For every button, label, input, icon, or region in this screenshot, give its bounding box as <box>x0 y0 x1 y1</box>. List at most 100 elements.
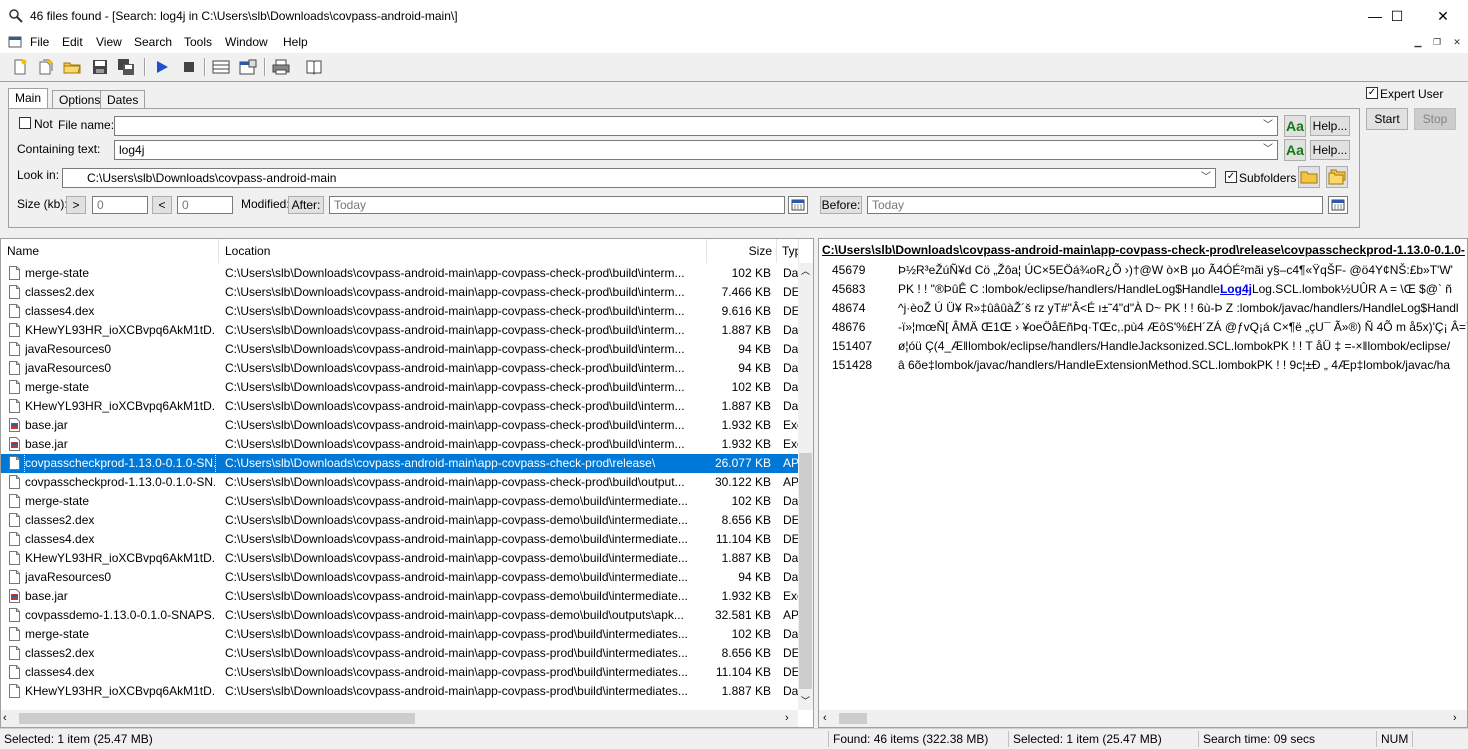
table-row[interactable]: KHewYL93HR_ioXCBvpq6AkM1tD... C:\Users\sl… <box>1 397 801 416</box>
filename-help-button[interactable]: Help... <box>1310 116 1350 136</box>
before-button[interactable]: Before: <box>820 196 862 214</box>
filename-input[interactable]: ﹀ <box>114 116 1278 136</box>
chevron-down-icon[interactable]: ﹀ <box>1199 169 1213 187</box>
tab-main[interactable]: Main <box>8 88 49 110</box>
mdi-restore-icon[interactable]: ❐ <box>1430 36 1444 48</box>
table-row[interactable]: classes2.dex C:\Users\slb\Downloads\covpa… <box>1 644 801 663</box>
table-row[interactable]: merge-state C:\Users\slb\Downloads\covpas… <box>1 625 801 644</box>
column-location[interactable]: Location <box>219 239 707 263</box>
expert-user-checkbox[interactable]: ✓ <box>1366 87 1378 99</box>
column-type[interactable]: Typ <box>777 239 799 263</box>
menu-tools[interactable]: Tools <box>184 35 212 49</box>
scroll-up-icon[interactable]: ︿ <box>798 263 813 279</box>
table-row[interactable]: classes2.dex C:\Users\slb\Downloads\covpa… <box>1 511 801 530</box>
close-button[interactable]: ✕ <box>1420 0 1466 32</box>
table-row[interactable]: classes2.dex C:\Users\slb\Downloads\covpa… <box>1 283 801 302</box>
table-row[interactable]: KHewYL93HR_ioXCBvpq6AkM1tD... C:\Users\sl… <box>1 549 801 568</box>
results-vertical-scrollbar[interactable]: ︿ ﹀ <box>798 263 813 710</box>
before-date-input[interactable]: Today <box>867 196 1323 214</box>
layout-icon[interactable] <box>211 57 231 77</box>
table-row[interactable]: classes4.dex C:\Users\slb\Downloads\covpa… <box>1 530 801 549</box>
system-menu-icon[interactable] <box>8 35 22 49</box>
new-search-icon[interactable] <box>10 57 30 77</box>
table-row[interactable]: covpasscheckprod-1.13.0-0.1.0-SN... C:\Us… <box>1 453 801 474</box>
size-max-input[interactable]: 0 <box>177 196 233 214</box>
preview-line[interactable]: 151407 ø¦óü Ç(4_Æ‖lombok/eclipse/handlers… <box>819 337 1467 356</box>
preview-line[interactable]: 45679 Þ½R³eŽúÑ¥d Cö „Žôa¦ ÚC×5EÖá¾oR¿Õ ›)… <box>819 261 1467 280</box>
case-sensitive-filename-button[interactable]: Aa <box>1284 115 1306 137</box>
text-help-button[interactable]: Help... <box>1310 140 1350 160</box>
size-less-button[interactable]: < <box>152 196 172 214</box>
save-all-icon[interactable] <box>116 57 136 77</box>
help-book-icon[interactable] <box>304 57 324 77</box>
open-icon[interactable] <box>62 57 82 77</box>
before-calendar-icon[interactable] <box>1328 196 1348 214</box>
save-icon[interactable] <box>90 57 110 77</box>
after-calendar-icon[interactable] <box>788 196 808 214</box>
mdi-minimize-icon[interactable]: ▁ <box>1411 36 1425 48</box>
table-row[interactable]: classes4.dex C:\Users\slb\Downloads\covpa… <box>1 302 801 321</box>
stop-icon[interactable] <box>179 57 199 77</box>
column-name[interactable]: Name <box>1 239 219 263</box>
results-horizontal-scrollbar[interactable]: ‹ › <box>1 710 798 727</box>
table-row[interactable]: classes4.dex C:\Users\slb\Downloads\covpa… <box>1 663 801 682</box>
browse-folder-icon[interactable] <box>1298 166 1320 188</box>
chevron-down-icon[interactable]: ﹀ <box>1261 141 1275 159</box>
menu-edit[interactable]: Edit <box>62 35 83 49</box>
after-date-input[interactable]: Today <box>329 196 785 214</box>
start-icon[interactable] <box>152 57 172 77</box>
new-window-icon[interactable] <box>36 57 56 77</box>
scroll-left-icon[interactable]: ‹ <box>3 710 15 727</box>
table-row[interactable]: base.jar C:\Users\slb\Downloads\covpass-a… <box>1 435 801 454</box>
scroll-right-icon[interactable]: › <box>1453 710 1465 727</box>
table-row[interactable]: covpasscheckprod-1.13.0-0.1.0-SN... C:\Us… <box>1 473 801 492</box>
properties-icon[interactable] <box>238 57 258 77</box>
size-min-input[interactable]: 0 <box>92 196 148 214</box>
results-hscroll-thumb[interactable] <box>19 713 415 724</box>
not-checkbox[interactable] <box>19 117 31 129</box>
table-row[interactable]: merge-state C:\Users\slb\Downloads\covpas… <box>1 264 801 283</box>
after-button[interactable]: After: <box>288 196 324 214</box>
start-button[interactable]: Start <box>1366 108 1408 130</box>
menu-file[interactable]: File <box>30 35 49 49</box>
preview-line[interactable]: 45683 PK ! ! "®ÞûÊ C :lombok/eclipse/hand… <box>819 280 1467 299</box>
table-row[interactable]: merge-state C:\Users\slb\Downloads\covpas… <box>1 492 801 511</box>
preview-hscroll-thumb[interactable] <box>839 713 867 724</box>
preview-line[interactable]: 48674 ^j·èoŽ Ú Ü¥ R»‡ûâûàŽ´š rz yT#"Â<É ı… <box>819 299 1467 318</box>
menu-search[interactable]: Search <box>134 35 172 49</box>
table-row[interactable]: KHewYL93HR_ioXCBvpq6AkM1tD... C:\Users\sl… <box>1 321 801 340</box>
scroll-left-icon[interactable]: ‹ <box>823 710 835 727</box>
preview-line[interactable]: 48676 -ï»¦mœÑ[ ÂMÄ Œ1Œ › ¥oeÖåEñÞq·TŒc,.p… <box>819 318 1467 337</box>
preview-match-highlight[interactable]: Log4j <box>1220 282 1252 296</box>
results-vscroll-thumb[interactable] <box>799 453 812 689</box>
subfolders-checkbox[interactable]: ✓ <box>1225 171 1237 183</box>
menu-window[interactable]: Window <box>225 35 268 49</box>
table-row[interactable]: javaResources0 C:\Users\slb\Downloads\cov… <box>1 359 801 378</box>
table-row[interactable]: merge-state C:\Users\slb\Downloads\covpas… <box>1 378 801 397</box>
size-greater-button[interactable]: > <box>66 196 86 214</box>
table-row[interactable]: javaResources0 C:\Users\slb\Downloads\cov… <box>1 340 801 359</box>
menu-help[interactable]: Help <box>283 35 308 49</box>
case-sensitive-text-button[interactable]: Aa <box>1284 139 1306 161</box>
scroll-down-icon[interactable]: ﹀ <box>798 693 813 709</box>
preview-line[interactable]: 151428 â 6õe‡lombok/javac/handlers/Handle… <box>819 356 1467 375</box>
cell-type: DE <box>783 285 798 299</box>
maximize-button[interactable]: ☐ <box>1374 0 1420 32</box>
scroll-right-icon[interactable]: › <box>785 710 797 727</box>
multiple-folders-icon[interactable] <box>1326 166 1348 188</box>
print-icon[interactable] <box>271 57 291 77</box>
table-row[interactable]: base.jar C:\Users\slb\Downloads\covpass-a… <box>1 416 801 435</box>
cell-type: Da <box>783 342 798 356</box>
table-row[interactable]: base.jar C:\Users\slb\Downloads\covpass-a… <box>1 587 801 606</box>
column-size[interactable]: Size <box>707 239 777 263</box>
menu-view[interactable]: View <box>96 35 122 49</box>
tab-dates[interactable]: Dates <box>100 90 146 110</box>
table-row[interactable]: javaResources0 C:\Users\slb\Downloads\cov… <box>1 568 801 587</box>
table-row[interactable]: KHewYL93HR_ioXCBvpq6AkM1tD... C:\Users\sl… <box>1 682 801 701</box>
mdi-close-icon[interactable]: ✕ <box>1450 36 1464 48</box>
table-row[interactable]: covpassdemo-1.13.0-0.1.0-SNAPS... C:\User… <box>1 606 801 625</box>
chevron-down-icon[interactable]: ﹀ <box>1261 117 1275 135</box>
lookin-input[interactable]: C:\Users\slb\Downloads\covpass-android-m… <box>62 168 1216 188</box>
containing-input[interactable]: log4j ﹀ <box>114 140 1278 160</box>
preview-horizontal-scrollbar[interactable]: ‹ › <box>819 710 1467 727</box>
